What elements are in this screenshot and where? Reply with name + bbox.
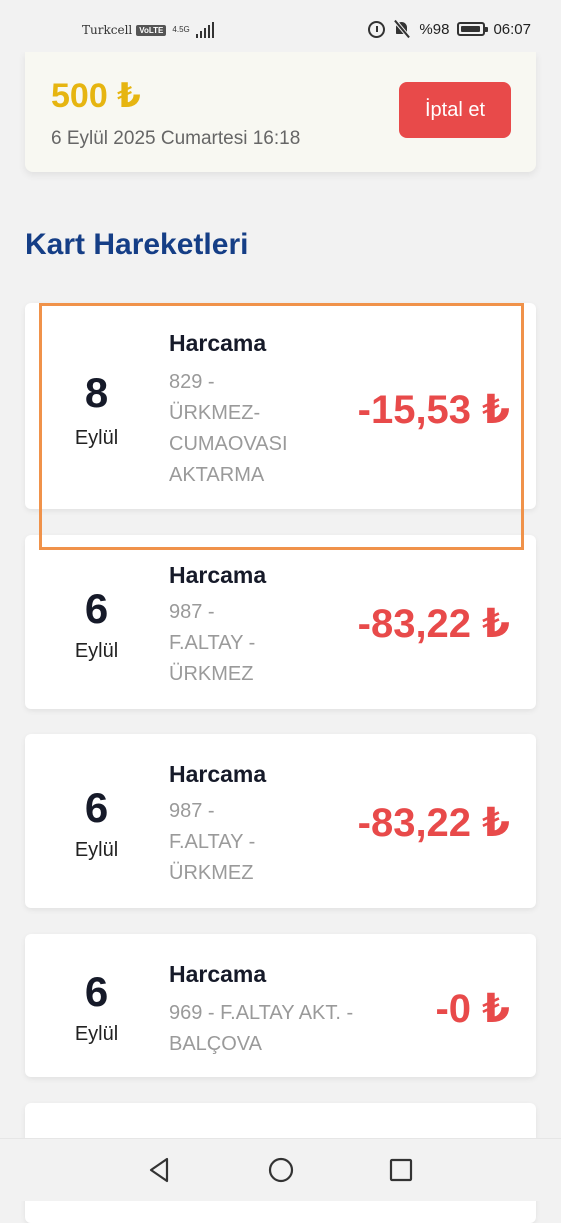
transaction-item[interactable]: 6 Eylül Harcama 987 - F.ALTAY - ÜRKMEZ -… [25,734,536,908]
description-line: AKTARMA [169,464,265,486]
transaction-description: 829 - ÜRKMEZ- CUMAOVASI AKTARMA [169,367,288,491]
clock: 06:07 [493,20,531,38]
transaction-type: Harcama [169,562,267,588]
battery-percent: %98 [419,20,450,38]
transaction-day: 6 [84,784,109,831]
volte-badge: VoLTE [136,24,167,36]
description-line: BALÇOVA [169,1033,262,1055]
transaction-amount: -83,22 ₺ [357,602,510,646]
transaction-item[interactable]: 8 Eylül Harcama 829 - ÜRKMEZ- CUMAOVASI … [25,303,536,509]
description-line: ÜRKMEZ- [169,402,261,424]
description-line: F.ALTAY - [169,831,256,853]
description-line: ÜRKMEZ [169,663,254,685]
status-right: %98 06:07 [368,20,531,38]
transaction-description: 969 - F.ALTAY AKT. - BALÇOVA [169,998,353,1060]
description-line: F.ALTAY - [169,632,256,654]
transaction-type: Harcama [169,330,267,356]
transaction-description: 987 - F.ALTAY - ÜRKMEZ [169,597,255,690]
back-icon[interactable] [145,1155,175,1185]
transaction-amount: -15,53 ₺ [357,388,510,432]
transaction-item[interactable]: 6 Eylül Harcama 969 - F.ALTAY AKT. - BAL… [25,934,536,1077]
status-left: Turkcell VoLTE 4.5G [82,22,214,38]
transaction-month: Eylül [74,839,119,861]
recent-apps-icon[interactable] [386,1155,416,1185]
description-line: CUMAOVASI [169,433,288,455]
transaction-item[interactable]: 6 Eylül Harcama 987 - F.ALTAY - ÜRKMEZ -… [25,535,536,709]
home-icon[interactable] [266,1155,296,1185]
transaction-amount: -83,22 ₺ [357,801,510,845]
description-line: ÜRKMEZ [169,862,254,884]
muted-bell-icon [393,20,411,38]
transaction-day: 6 [84,968,109,1015]
transaction-month: Eylül [74,427,119,449]
transaction-month: Eylül [74,640,119,662]
transaction-type: Harcama [169,961,267,987]
description-line: 969 - F.ALTAY AKT. - [169,1002,354,1024]
transaction-amount: -0 ₺ [435,987,510,1031]
section-title: Kart Hareketleri [25,228,249,261]
navigation-bar [0,1138,561,1201]
description-line: 829 - [169,371,215,393]
transaction-day: 6 [84,585,109,632]
pending-amount: 500 ₺ [51,77,141,115]
description-line: 987 - [169,601,215,623]
description-line: 987 - [169,800,215,822]
network-type: 4.5G [172,25,190,34]
alarm-icon [368,20,386,38]
cancel-button[interactable]: İptal et [399,82,511,138]
transaction-day: 8 [84,369,109,416]
status-bar: Turkcell VoLTE 4.5G %98 06:07 [0,0,561,52]
signal-icon [195,22,214,38]
pending-date: 6 Eylül 2025 Cumartesi 16:18 [51,128,301,149]
transaction-description: 987 - F.ALTAY - ÜRKMEZ [169,796,255,889]
carrier-name: Turkcell [82,23,133,37]
pending-topup-card: 500 ₺ 6 Eylül 2025 Cumartesi 16:18 İptal… [25,52,536,172]
battery-icon [457,22,489,36]
transaction-month: Eylül [74,1023,119,1045]
transaction-type: Harcama [169,761,267,787]
